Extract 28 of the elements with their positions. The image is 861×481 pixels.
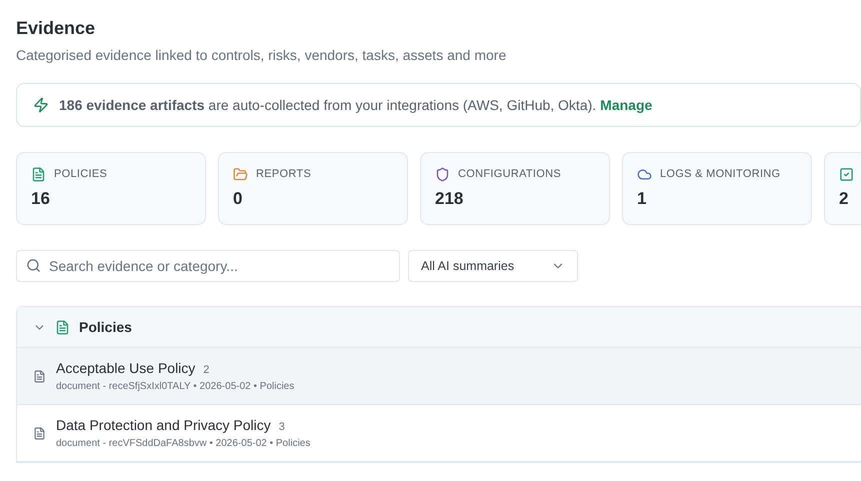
lightning-icon [33, 97, 49, 113]
evidence-count: 2 [203, 364, 210, 376]
evidence-count: 3 [278, 421, 285, 433]
document-icon [33, 426, 46, 440]
manage-link[interactable]: Manage [600, 97, 652, 113]
page-subtitle: Categorised evidence linked to controls, risks, vendors, tasks, assets and more [16, 47, 508, 63]
search-field[interactable]: Search evidence or category... [16, 250, 400, 282]
stat-label: POLICIES [54, 168, 108, 180]
summary-filter-dropdown[interactable]: All AI summaries [408, 250, 578, 282]
search-icon [26, 258, 41, 273]
page-title: Evidence [16, 18, 96, 39]
document-icon [55, 320, 70, 334]
stat-value: 2 [839, 189, 850, 209]
stat-value: 218 [435, 189, 464, 209]
document-icon [33, 370, 46, 382]
evidence-title: Data Protection and Privacy Policy [56, 417, 271, 433]
evidence-row[interactable]: Acceptable Use Policy 2 document - receSfjSxIxl0TALY • 2026-05-02 • Policies [17, 348, 861, 405]
evidence-meta: document - receSfjSxIxl0TALY • 2026-05-02 • Policies [56, 381, 294, 392]
stat-label: CONFIGURATIONS [458, 168, 561, 180]
stat-value: 1 [637, 189, 648, 209]
evidence-meta: document - recVFSddDaFA8sbvw • 2026-05-02 • Policies [56, 438, 310, 449]
stat-label: REPORTS [256, 168, 312, 180]
stat-value: 0 [233, 189, 244, 209]
stat-label: LOGS & MONITORING [660, 168, 780, 180]
stat-value: 16 [31, 189, 51, 209]
group-header[interactable]: Policies [17, 307, 861, 348]
evidence-title: Acceptable Use Policy [56, 360, 196, 376]
banner-text: 186 evidence artifacts are auto-collected from your integrations (AWS, GitHub, Okta). Manage [59, 97, 652, 113]
